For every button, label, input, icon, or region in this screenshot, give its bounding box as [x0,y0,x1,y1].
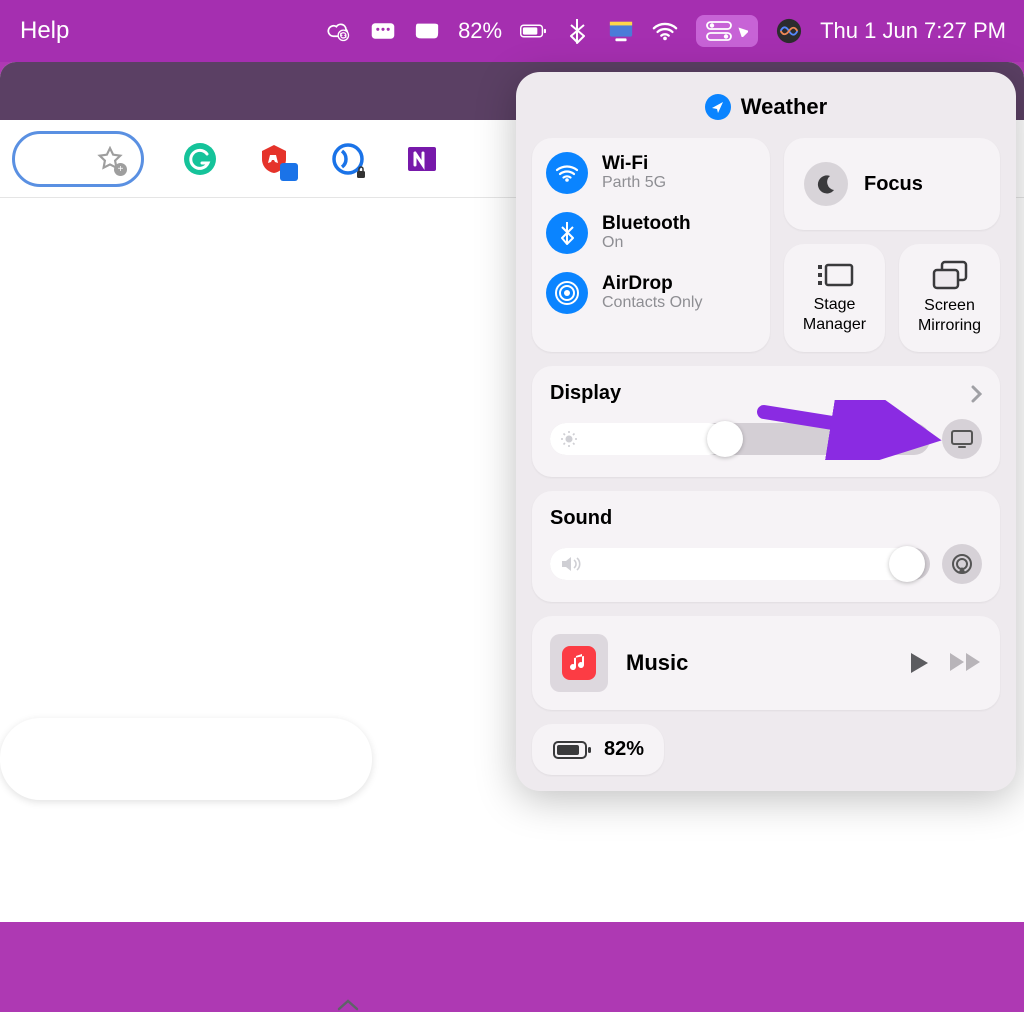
airdrop-icon [546,272,588,314]
bluetooth-menubar-icon[interactable] [564,18,590,44]
menubar-datetime[interactable]: Thu 1 Jun 7:27 PM [820,18,1012,44]
cc-bluetooth-item[interactable]: Bluetooth On [546,212,756,254]
password-extension-icon[interactable] [330,141,366,177]
fast-forward-icon[interactable] [948,651,982,675]
subtitles-icon[interactable] [370,18,396,44]
cc-sound-card: Sound [532,491,1000,602]
screen-mirroring-icon [932,260,968,290]
menubar-battery-percent: 82% [458,18,502,44]
cc-display-label: Display [550,382,621,405]
control-center-panel: Weather Wi-Fi Parth 5G Bluetooth On [516,72,1016,791]
dock-icon[interactable] [608,18,634,44]
address-bar-end[interactable]: + [12,131,144,187]
cc-focus-card[interactable]: Focus [784,138,1000,230]
cc-weather-label: Weather [741,94,827,120]
play-icon[interactable] [908,651,930,675]
sun-icon [560,430,578,448]
wifi-menubar-icon[interactable] [652,18,678,44]
cc-battery-percent: 82% [604,738,644,761]
cc-battery-card[interactable]: 82% [532,724,664,775]
cc-sound-label: Sound [550,507,612,530]
cloud-sync-icon[interactable] [326,18,352,44]
wifi-icon [546,152,588,194]
moon-icon [804,162,848,206]
adblock-extension-icon[interactable] [256,141,292,177]
cc-stage-manager-label: Stage Manager [803,295,866,335]
menubar: Help 82% Thu 1 Jun 7:27 P [0,0,1024,62]
bluetooth-icon [546,212,588,254]
cc-connectivity-card: Wi-Fi Parth 5G Bluetooth On AirDrop [532,138,770,352]
cc-weather-row[interactable]: Weather [532,94,1000,120]
cc-focus-label: Focus [864,173,923,196]
control-center-menubar-icon[interactable] [696,15,758,47]
location-arrow-icon [705,94,731,120]
grammarly-extension-icon[interactable] [182,141,218,177]
music-artwork [550,634,608,692]
sound-volume-slider[interactable] [550,548,930,580]
stage-manager-icon [816,261,854,289]
airplay-audio-icon [950,552,974,576]
cc-bluetooth-title: Bluetooth [602,214,691,235]
monitor-icon [950,429,974,449]
cc-stage-manager-card[interactable]: Stage Manager [784,244,885,352]
bookmark-star-icon[interactable]: + [97,146,123,172]
menu-help[interactable]: Help [12,17,77,45]
music-note-icon [562,646,596,680]
cc-wifi-item[interactable]: Wi-Fi Parth 5G [546,152,756,194]
siri-icon[interactable] [776,18,802,44]
speaker-icon [560,555,582,573]
chevron-right-icon[interactable] [970,384,982,404]
cc-screen-mirroring-card[interactable]: Screen Mirroring [899,244,1000,352]
cc-display-card: Display [532,366,1000,477]
cc-bluetooth-status: On [602,234,691,252]
cc-airdrop-title: AirDrop [602,274,702,295]
sound-output-button[interactable] [942,544,982,584]
app-shape-icon[interactable] [414,18,440,44]
expand-caret-icon[interactable] [336,998,360,1012]
display-brightness-slider[interactable] [550,423,930,455]
display-device-button[interactable] [942,419,982,459]
cc-music-label: Music [626,650,890,676]
battery-icon [552,739,592,761]
cc-wifi-status: Parth 5G [602,174,666,192]
cc-airdrop-status: Contacts Only [602,294,702,312]
cc-screen-mirroring-label: Screen Mirroring [918,296,981,336]
onenote-extension-icon[interactable] [404,141,440,177]
search-pill[interactable] [0,718,372,800]
cc-music-card[interactable]: Music [532,616,1000,710]
cc-airdrop-item[interactable]: AirDrop Contacts Only [546,272,756,314]
battery-icon[interactable] [520,18,546,44]
cc-wifi-title: Wi-Fi [602,154,666,175]
